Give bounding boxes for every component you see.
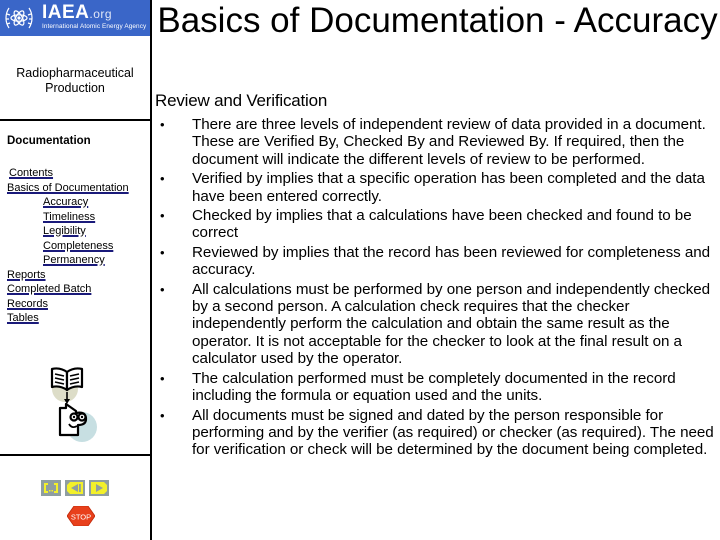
bullet-item: • The calculation performed must be compl…	[160, 370, 720, 405]
bullet-icon: •	[160, 117, 165, 132]
slide-title: Basics of Documentation - Accuracy	[157, 1, 718, 40]
sidebar: IAEA.org International Atomic Energy Age…	[0, 0, 150, 540]
home-button[interactable]	[41, 480, 61, 496]
bullet-text: Verified by implies that a specific oper…	[192, 170, 705, 205]
bullet-item: • Checked by implies that a calculations …	[160, 207, 720, 242]
nav-link-records[interactable]: Records	[7, 297, 149, 312]
nav-link-accuracy[interactable]: Accuracy	[7, 195, 149, 210]
nav-link-permanency[interactable]: Permanency	[7, 253, 149, 268]
logo-name: IAEA	[42, 2, 90, 23]
slide-nav-buttons	[41, 480, 109, 496]
sidebar-nav: Contents Basics of Documentation Accurac…	[7, 166, 149, 326]
bullet-item: • Reviewed by implies that the record has…	[160, 244, 720, 279]
bullet-icon: •	[160, 208, 165, 224]
nav-link-legibility[interactable]: Legibility	[7, 224, 149, 239]
nav-link-timeliness[interactable]: Timeliness	[7, 210, 149, 225]
book-to-person-icon	[50, 367, 97, 442]
slide-subtitle: Review and Verification	[155, 91, 328, 110]
bullet-item: • All documents must be signed and dated …	[160, 407, 720, 459]
iaea-emblem-icon	[5, 7, 33, 29]
sidebar-divider-top	[0, 119, 150, 121]
bullet-text: The calculation performed must be comple…	[192, 369, 676, 405]
logo-tagline: International Atomic Energy Agency	[42, 23, 147, 30]
forward-icon	[91, 482, 107, 494]
bullet-icon: •	[160, 407, 165, 423]
nav-link-reports[interactable]: Reports	[7, 268, 149, 283]
bullet-list: • There are three levels of independent r…	[160, 116, 720, 461]
bullet-text: Reviewed by implies that the record has …	[192, 243, 711, 279]
bullet-item: • All calculations must be performed by o…	[160, 281, 720, 368]
bullet-text: Checked by implies that a calculations h…	[192, 207, 692, 242]
logo-suffix: .org	[89, 7, 113, 21]
stop-button[interactable]: STOP	[67, 506, 95, 526]
forward-button[interactable]	[89, 480, 109, 496]
bullet-text: All documents must be signed and dated b…	[192, 406, 714, 459]
home-icon	[44, 483, 58, 493]
nav-link-completeness[interactable]: Completeness	[7, 239, 149, 254]
nav-link-completed-batch[interactable]: Completed Batch	[7, 282, 149, 297]
section-heading: Documentation	[7, 135, 91, 147]
bullet-icon: •	[160, 370, 165, 386]
nav-link-contents[interactable]: Contents	[7, 166, 149, 181]
bullet-icon: •	[160, 244, 165, 260]
sidebar-divider-bottom	[0, 454, 150, 456]
course-title: Radiopharmaceutical Production	[16, 66, 134, 95]
bullet-text: There are three levels of independent re…	[192, 116, 706, 168]
sidebar-separator	[150, 0, 152, 540]
bullet-text: All calculations must be performed by on…	[192, 280, 711, 368]
bullet-item: • There are three levels of independent r…	[160, 116, 720, 168]
iaea-logo[interactable]: IAEA.org International Atomic Energy Age…	[0, 0, 150, 36]
nav-link-basics-of-documentation[interactable]: Basics of Documentation	[7, 181, 149, 196]
stop-label: STOP	[71, 513, 91, 522]
bullet-item: • Verified by implies that a specific ope…	[160, 170, 720, 205]
bullet-icon: •	[160, 171, 165, 187]
back-button[interactable]	[65, 480, 85, 496]
logo-wordmark: IAEA.org	[42, 3, 112, 24]
back-icon	[67, 482, 83, 494]
nav-link-tables[interactable]: Tables	[7, 311, 149, 326]
bullet-icon: •	[160, 281, 165, 297]
